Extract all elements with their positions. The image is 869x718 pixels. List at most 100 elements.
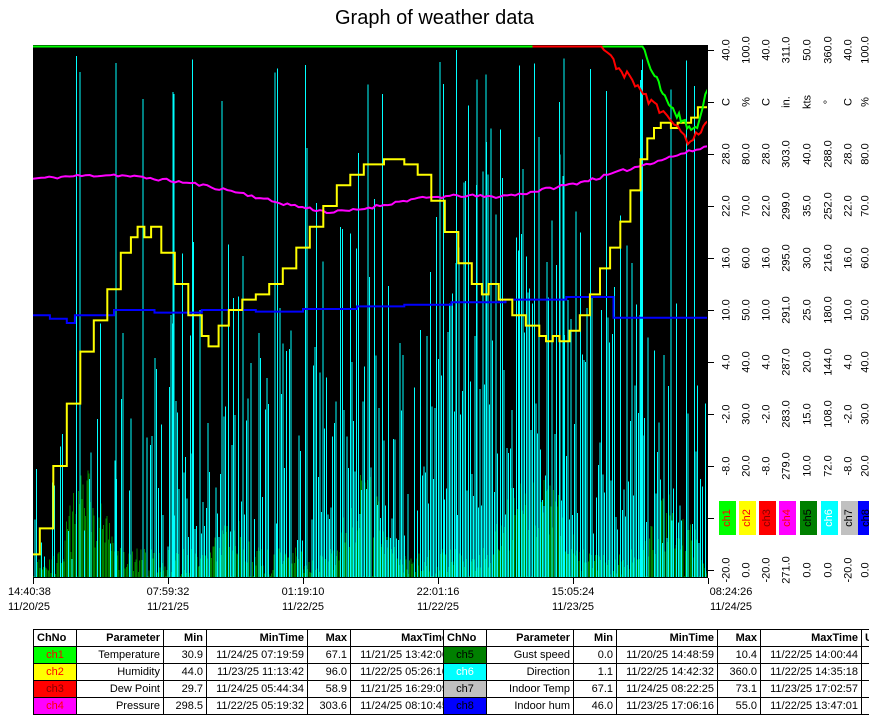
axis-tick-label-ch8: 20.0 [861, 455, 869, 476]
legend-chip-ch3: ch3 [759, 501, 776, 535]
time-axis-tick [33, 578, 34, 584]
axis-tick-label-ch1: 28.0 [722, 143, 733, 164]
table-row-ch3: ch3Dew Point29.711/24/25 05:44:3458.911/… [34, 681, 480, 698]
axis-tick-label-ch2: 100.0 [742, 36, 753, 64]
axis-unit-ch6: ° [824, 100, 835, 104]
cell: 11/20/25 14:48:59 [617, 647, 718, 664]
channel-chip-ch8: ch8 [444, 698, 487, 715]
channel-chip-ch6: ch6 [444, 664, 487, 681]
cell: 11/21/25 13:42:06 [351, 647, 452, 664]
axis-tick-label-ch2: 40.0 [742, 351, 753, 372]
legend-chip-label: ch6 [823, 509, 835, 527]
legend-chip-label: ch3 [761, 509, 773, 527]
axis-tick-label-ch3: 10.0 [762, 299, 773, 320]
axis-unit-ch8: % [861, 97, 869, 107]
cell: C [862, 681, 869, 698]
axis-tick-label-ch4: 295.0 [782, 244, 793, 272]
cell: 11/22/25 13:47:01 [761, 698, 862, 715]
cell: 10.4 [718, 647, 761, 664]
right-axis-tick [708, 362, 714, 363]
legend-chip-label: ch8 [860, 509, 869, 527]
cell: 0.0 [574, 647, 617, 664]
page-title: Graph of weather data [0, 7, 869, 30]
right-axis-tick [708, 258, 714, 259]
cell: 58.9 [308, 681, 351, 698]
col-header-chno: ChNo [34, 630, 77, 647]
weather-graph-page: Graph of weather data 40.0 C 28.0 22.0 16.0 1… [0, 0, 869, 718]
legend-chip-label: ch5 [802, 509, 814, 527]
legend-chip-ch1: ch1 [719, 501, 736, 535]
axis-tick-label-ch3: 22.0 [762, 195, 773, 216]
axis-tick-label-ch4: 311.0 [782, 37, 793, 64]
cell: 67.1 [308, 647, 351, 664]
axis-tick-label-ch1: 10.0 [722, 299, 733, 320]
axis-tick-label-ch8: 30.0 [861, 403, 869, 424]
cell: 11/24/25 08:10:45 [351, 698, 452, 715]
time-axis-tick [708, 578, 709, 584]
cell: 29.7 [164, 681, 207, 698]
cell: 1.1 [574, 664, 617, 681]
axis-tick-label-ch2: 30.0 [742, 403, 753, 424]
axis-tick-label-ch8: 0.0 [861, 562, 869, 577]
axis-tick-label-ch1: -2.0 [722, 405, 733, 424]
axis-tick-label-ch5: 35.0 [803, 195, 814, 216]
cell: 55.0 [718, 698, 761, 715]
cell: Pressure [77, 698, 164, 715]
axis-tick-label-ch8: 50.0 [861, 299, 869, 320]
axis-tick-label-ch3: 4.0 [762, 354, 773, 369]
axis-tick-label-ch6: 108.0 [824, 400, 835, 428]
cell: Indoor Temp [487, 681, 574, 698]
axis-tick-label-ch1: -20.0 [722, 557, 733, 582]
channel-chip-ch4: ch4 [34, 698, 77, 715]
cell: 11/22/25 14:42:32 [617, 664, 718, 681]
axis-tick-label-ch4: 279.0 [782, 452, 793, 480]
axis-tick-label-ch3: 16.0 [762, 247, 773, 268]
axis-tick-label-ch6: 0.0 [824, 562, 835, 577]
cell: 11/24/25 08:22:25 [617, 681, 718, 698]
channel-chip-ch7: ch7 [444, 681, 487, 698]
col-header-mintime: MinTime [207, 630, 308, 647]
table-row-ch6: ch6Direction1.111/22/25 14:42:32360.011/… [444, 664, 869, 681]
legend-chip-label: ch1 [721, 509, 733, 527]
channel-chip-ch1: ch1 [34, 647, 77, 664]
axis-tick-label-ch7: 4.0 [844, 354, 855, 369]
axis-unit-ch7: C [844, 98, 855, 106]
date-label: 11/22/25 [417, 601, 459, 613]
axis-tick-label-ch3: -20.0 [762, 557, 773, 582]
table-row-ch8: ch8Indoor hum46.011/23/25 17:06:1655.011… [444, 698, 869, 715]
axis-tick-label-ch4: 287.0 [782, 348, 793, 376]
right-axis-tick [708, 50, 714, 51]
right-axis-tick [708, 414, 714, 415]
cell: Gust speed [487, 647, 574, 664]
cell: kts [862, 647, 869, 664]
legend-chip-ch5: ch5 [800, 501, 817, 535]
axis-tick-label-ch3: -2.0 [762, 405, 773, 424]
time-axis-tick [573, 578, 574, 584]
right-axis-tick [708, 154, 714, 155]
col-header-maxtime: MaxTime [351, 630, 452, 647]
axis-tick-label-ch8: 60.0 [861, 247, 869, 268]
cell: 30.9 [164, 647, 207, 664]
cell: 96.0 [308, 664, 351, 681]
axis-tick-label-ch1: -8.0 [722, 457, 733, 476]
axis-tick-label-ch3: 40.0 [762, 39, 773, 60]
legend-chip-ch8: ch8 [858, 501, 869, 535]
axis-tick-label-ch3: 28.0 [762, 143, 773, 164]
right-axis-tick [708, 206, 714, 207]
right-axis-tick [708, 466, 714, 467]
axis-tick-label-ch2: 20.0 [742, 455, 753, 476]
axis-tick-label-ch5: 30.0 [803, 247, 814, 268]
axis-tick-label-ch1: 4.0 [722, 354, 733, 369]
col-header-parameter: Parameter [487, 630, 574, 647]
right-axis-tick [708, 518, 714, 519]
legend-chip-ch4: ch4 [779, 501, 796, 535]
time-axis-tick [303, 578, 304, 584]
legend-chip-ch7: ch7 [841, 501, 858, 535]
axis-tick-label-ch6: 72.0 [824, 455, 835, 476]
axis-tick-label-ch4: 299.0 [782, 192, 793, 220]
right-axis-tick [708, 102, 714, 103]
time-label: 08:24:26 [710, 586, 753, 598]
col-header-min: Min [574, 630, 617, 647]
time-label: 22:01:16 [417, 586, 460, 598]
col-header-unit: Unit [862, 630, 869, 647]
